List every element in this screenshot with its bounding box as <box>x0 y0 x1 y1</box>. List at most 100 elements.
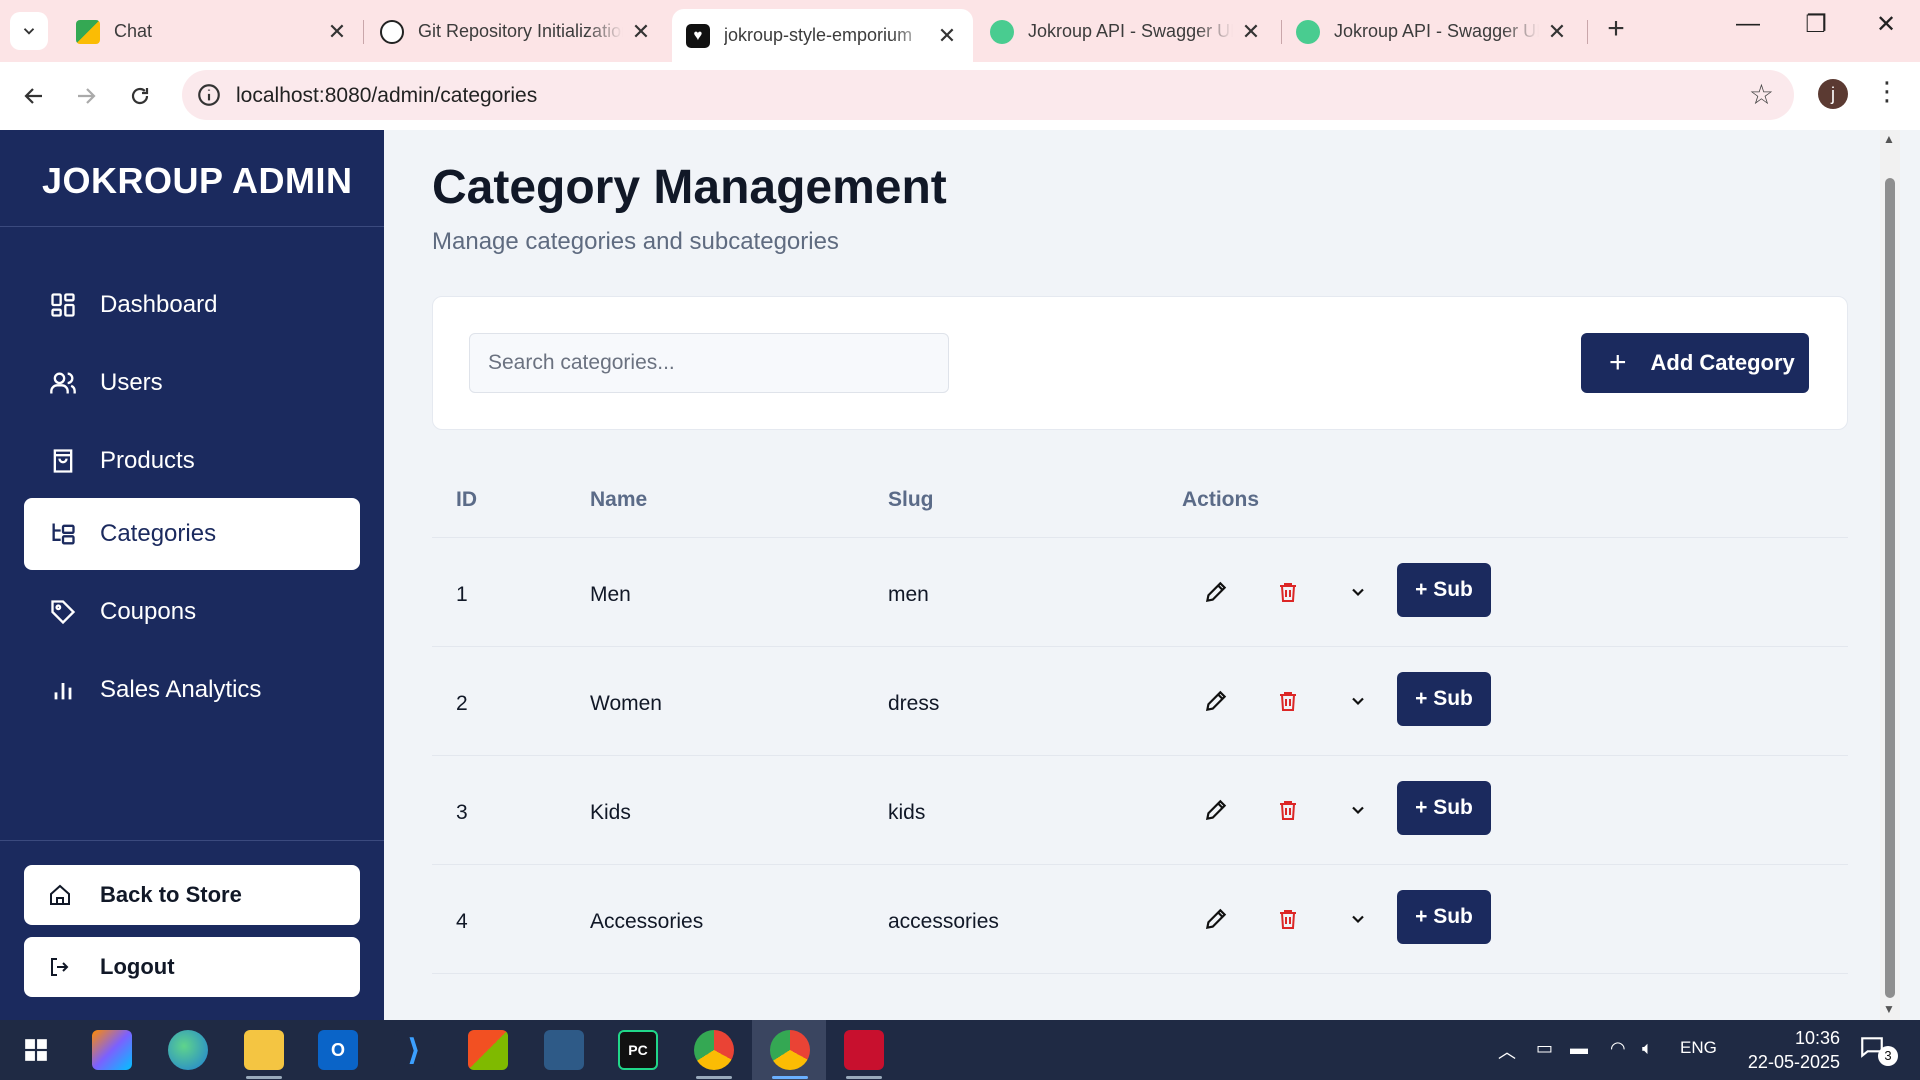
cell-id: 4 <box>456 910 468 933</box>
tab-title: Jokroup API - Swagger UI <box>1028 21 1233 41</box>
sidebar-item-dashboard[interactable]: Dashboard <box>24 269 360 341</box>
expand-chevron-icon[interactable] <box>1338 899 1378 939</box>
browser-tab-swagger-1[interactable]: Jokroup API - Swagger UI ✕ <box>976 9 1277 54</box>
delete-trash-icon[interactable] <box>1268 899 1308 939</box>
wifi-icon[interactable]: ◠ <box>1610 1038 1626 1059</box>
window-close-icon[interactable]: ✕ <box>1866 10 1906 39</box>
notification-center-button[interactable]: 3 <box>1858 1034 1898 1066</box>
running-indicator <box>846 1076 882 1079</box>
tab-title: Jokroup API - Swagger UI <box>1334 21 1539 41</box>
new-tab-plus-icon[interactable]: + <box>1598 12 1634 46</box>
add-subcategory-button[interactable]: + Sub <box>1397 890 1491 944</box>
file-explorer-icon[interactable] <box>244 1030 284 1070</box>
bar-chart-icon <box>48 675 78 705</box>
filezilla-icon[interactable] <box>844 1030 884 1070</box>
tab-divider <box>1587 20 1588 44</box>
categories-table: ID Name Slug Actions 1 Men men + Sub 2 W… <box>432 460 1848 974</box>
edge-browser-icon[interactable] <box>168 1030 208 1070</box>
scroll-down-arrow-icon[interactable]: ▼ <box>1883 1002 1895 1016</box>
bookmark-star-icon[interactable]: ☆ <box>1749 78 1774 111</box>
delete-trash-icon[interactable] <box>1268 572 1308 612</box>
expand-chevron-icon[interactable] <box>1338 572 1378 612</box>
browser-tab-git[interactable]: Git Repository Initialization ✕ <box>366 9 667 54</box>
sidebar-item-products[interactable]: Products <box>24 425 360 497</box>
site-info-icon[interactable] <box>196 82 222 108</box>
cell-id: 2 <box>456 692 468 715</box>
back-to-store-button[interactable]: Back to Store <box>24 865 360 925</box>
delete-trash-icon[interactable] <box>1268 681 1308 721</box>
column-header-actions: Actions <box>1182 488 1260 511</box>
copilot-icon[interactable] <box>92 1030 132 1070</box>
brand-title: JOKROUP ADMIN <box>0 130 384 227</box>
system-clock[interactable]: 10:36 22-05-2025 <box>1730 1026 1840 1074</box>
logout-button[interactable]: Logout <box>24 937 360 997</box>
table-header: ID Name Slug Actions <box>432 460 1848 538</box>
delete-trash-icon[interactable] <box>1268 790 1308 830</box>
expand-chevron-icon[interactable] <box>1338 681 1378 721</box>
column-header-id: ID <box>456 488 477 511</box>
edit-pencil-icon[interactable] <box>1196 572 1236 612</box>
restore-icon[interactable]: ❐ <box>1796 10 1836 39</box>
sidebar-item-users[interactable]: Users <box>24 347 360 419</box>
chrome-profile-icon[interactable] <box>770 1030 810 1070</box>
admin-app: JOKROUP ADMIN Dashboard Users Products C… <box>0 130 1920 1020</box>
cell-slug: accessories <box>888 910 999 933</box>
sidebar-item-label: Dashboard <box>100 291 218 318</box>
browser-tab-jokroup-active[interactable]: ♥ jokroup-style-emporium ✕ <box>672 9 973 62</box>
edit-pencil-icon[interactable] <box>1196 790 1236 830</box>
edit-pencil-icon[interactable] <box>1196 899 1236 939</box>
outlook-icon[interactable]: O <box>318 1030 358 1070</box>
back-arrow-icon[interactable] <box>14 76 54 116</box>
cell-name: Kids <box>590 801 631 824</box>
sidebar: JOKROUP ADMIN Dashboard Users Products C… <box>0 130 384 1020</box>
more-menu-icon[interactable]: ⋮ <box>1872 76 1902 107</box>
windows-taskbar: O ⟩ PC ︿ ▭ ▬ ◠ 🔈︎ ENG 10:36 22-05-2025 3 <box>0 1020 1920 1080</box>
mysql-workbench-icon[interactable] <box>544 1030 584 1070</box>
grid-icon <box>48 290 78 320</box>
sidebar-item-sales-analytics[interactable]: Sales Analytics <box>24 654 360 726</box>
chrome-icon[interactable] <box>694 1030 734 1070</box>
microsoft-store-icon[interactable] <box>468 1030 508 1070</box>
page-scrollbar[interactable]: ▲ ▼ <box>1880 130 1900 1020</box>
tray-overflow-chevron-icon[interactable]: ︿ <box>1498 1038 1516 1064</box>
pycharm-icon[interactable]: PC <box>618 1030 658 1070</box>
scroll-up-arrow-icon[interactable]: ▲ <box>1883 132 1895 146</box>
add-category-button[interactable]: + Add Category <box>1581 333 1809 393</box>
add-subcategory-button[interactable]: + Sub <box>1397 781 1491 835</box>
reload-icon[interactable] <box>120 76 160 116</box>
close-icon[interactable]: ✕ <box>629 19 653 45</box>
scrollbar-thumb[interactable] <box>1885 178 1895 998</box>
address-bar[interactable]: localhost:8080/admin/categories ☆ <box>182 70 1794 120</box>
sidebar-item-categories[interactable]: Categories <box>24 498 360 570</box>
cell-id: 1 <box>456 583 468 606</box>
table-row: 3 Kids kids + Sub <box>432 756 1848 865</box>
device-icon[interactable]: ▭ <box>1536 1038 1553 1059</box>
sidebar-item-coupons[interactable]: Coupons <box>24 576 360 648</box>
sidebar-footer <box>0 840 384 841</box>
chevron-down-icon <box>23 28 35 35</box>
add-subcategory-button[interactable]: + Sub <box>1397 563 1491 617</box>
minimize-icon[interactable]: — <box>1728 10 1768 38</box>
swagger-favicon-icon <box>990 19 1014 44</box>
expand-chevron-icon[interactable] <box>1338 790 1378 830</box>
url-text[interactable]: localhost:8080/admin/categories <box>236 84 537 108</box>
close-icon[interactable]: ✕ <box>1239 19 1263 45</box>
browser-tab-chat[interactable]: Chat ✕ <box>62 9 363 54</box>
sidebar-item-label: Products <box>100 447 195 474</box>
battery-icon[interactable]: ▬ <box>1570 1038 1588 1059</box>
sidebar-item-label: Users <box>100 369 163 396</box>
close-icon[interactable]: ✕ <box>1545 19 1569 45</box>
profile-avatar[interactable]: j <box>1818 79 1848 109</box>
language-indicator[interactable]: ENG <box>1680 1038 1717 1058</box>
forward-arrow-icon[interactable] <box>66 76 106 116</box>
edit-pencil-icon[interactable] <box>1196 681 1236 721</box>
search-input[interactable] <box>469 333 949 393</box>
browser-tab-swagger-2[interactable]: Jokroup API - Swagger UI ✕ <box>1282 9 1583 54</box>
tab-search-button[interactable] <box>10 12 48 50</box>
add-subcategory-button[interactable]: + Sub <box>1397 672 1491 726</box>
close-icon[interactable]: ✕ <box>935 23 959 49</box>
windows-start-icon[interactable] <box>16 1030 56 1070</box>
vscode-icon[interactable]: ⟩ <box>394 1030 434 1070</box>
close-icon[interactable]: ✕ <box>325 19 349 45</box>
volume-icon[interactable]: 🔈︎ <box>1642 1038 1653 1059</box>
